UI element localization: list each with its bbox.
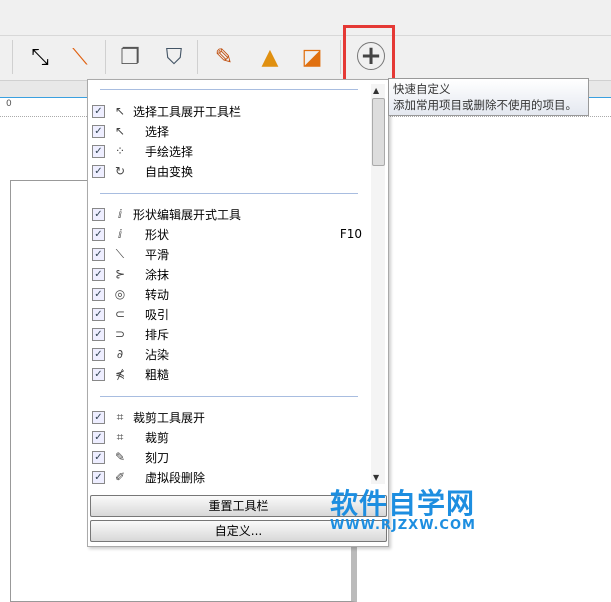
attract-icon: ⊂	[114, 307, 126, 321]
dimension-icon[interactable]: ⤡	[22, 40, 58, 76]
menu-item-label: 沾染	[145, 347, 170, 362]
scroll-down-icon[interactable]: ▼	[373, 473, 379, 482]
checkbox[interactable]: ✓	[92, 367, 105, 381]
checkbox[interactable]: ✓	[92, 104, 105, 118]
menu-item-label: 粗糙	[145, 367, 170, 382]
toolbar-separator	[197, 40, 198, 74]
menu-item[interactable]: ✓ ↖ 选择工具展开工具栏	[88, 101, 370, 121]
checkbox[interactable]: ✓	[92, 470, 105, 484]
menu-item[interactable]: ✓ ⁘ 手绘选择	[88, 141, 370, 161]
highlight-box	[343, 25, 395, 83]
roughen-icon: ⋠	[114, 367, 126, 381]
menu-item-label: 涂抹	[145, 267, 170, 282]
menu-item[interactable]: ✓ ✎ 刻刀	[88, 447, 370, 467]
shape-icon: ⅈ	[117, 227, 123, 241]
transparency-icon[interactable]: ⛉	[156, 40, 192, 76]
checkbox[interactable]: ✓	[92, 247, 105, 261]
menu-item-label: 裁剪工具展开	[133, 410, 206, 425]
menu-item-label: 排斥	[145, 327, 170, 342]
pointer-icon: ↖	[114, 104, 126, 118]
menu-item-label: 平滑	[145, 247, 170, 262]
checkbox[interactable]: ✓	[92, 267, 105, 281]
menu-item[interactable]: ✓ ⅈ 形状编辑展开式工具	[88, 204, 370, 224]
menu-item-label: 转动	[145, 287, 170, 302]
menu-item[interactable]: ✓ ⌗ 裁剪	[88, 427, 370, 447]
menu-item-label: 自由变换	[145, 164, 194, 179]
checkbox[interactable]: ✓	[92, 124, 105, 138]
quick-customize-menu: ✓ ↖ 选择工具展开工具栏 ✓ ↖ 选择 ✓ ⁘ 手绘选择 ✓ ↻ 自由变换 ✓…	[87, 79, 389, 547]
eyedropper-icon[interactable]: ✎	[206, 40, 242, 76]
checkbox[interactable]: ✓	[92, 287, 105, 301]
checkbox[interactable]: ✓	[92, 327, 105, 341]
tooltip-description: 添加常用项目或删除不使用的项目。	[393, 98, 577, 112]
menu-item[interactable]: ✓ ↖ 选择	[88, 121, 370, 141]
menu-item-label: 吸引	[145, 307, 170, 322]
toolbar-separator	[12, 40, 13, 74]
pointer-icon: ↖	[114, 124, 126, 138]
checkbox[interactable]: ✓	[92, 430, 105, 444]
checkbox[interactable]: ✓	[92, 227, 105, 241]
menu-item-label: 形状编辑展开式工具	[133, 207, 242, 222]
knife-icon: ✎	[114, 450, 126, 464]
twirl-icon: ◎	[114, 287, 126, 301]
checkbox[interactable]: ✓	[92, 164, 105, 178]
tool-list: ✓ ↖ 选择工具展开工具栏 ✓ ↖ 选择 ✓ ⁘ 手绘选择 ✓ ↻ 自由变换 ✓…	[88, 80, 370, 486]
menu-item[interactable]: ✓ ◎ 转动	[88, 284, 370, 304]
repel-icon: ⊃	[114, 327, 126, 341]
shape-icon: ⅈ	[117, 207, 123, 221]
toolbar-separator	[105, 40, 106, 74]
scroll-up-icon[interactable]: ▲	[373, 86, 379, 95]
watermark: 软件自学网 WWW.RJZXW.COM	[330, 482, 476, 533]
fill-icon[interactable]: ▲	[252, 40, 288, 76]
tooltip: 快速自定义 添加常用项目或删除不使用的项目。	[388, 78, 589, 116]
crop-icon: ⌗	[116, 409, 124, 424]
checkbox[interactable]: ✓	[92, 207, 105, 221]
smart-fill-icon[interactable]: ◪	[294, 40, 330, 76]
menu-item[interactable]: ✓ ✐ 虚拟段删除	[88, 467, 370, 486]
smear-icon: ⊱	[114, 267, 126, 281]
ruler-zero-label: 0	[6, 99, 12, 109]
smudge-icon: ∂	[116, 347, 124, 361]
checkbox[interactable]: ✓	[92, 144, 105, 158]
menu-item-label: 虚拟段删除	[145, 470, 206, 485]
freehand-select-icon: ⁘	[114, 144, 126, 158]
menu-item[interactable]: ✓ ⊃ 排斥	[88, 324, 370, 344]
menu-item-label: 选择	[145, 124, 170, 139]
menu-item[interactable]: ✓ ⊱ 涂抹	[88, 264, 370, 284]
checkbox[interactable]: ✓	[92, 307, 105, 321]
menu-item[interactable]: ✓ ⊂ 吸引	[88, 304, 370, 324]
menu-item-label: 形状	[145, 227, 170, 242]
title-area	[0, 0, 611, 36]
shortcut-key: F10	[339, 227, 362, 241]
tooltip-title: 快速自定义	[393, 82, 451, 96]
connector-icon[interactable]: ⟍	[62, 40, 98, 76]
free-transform-icon: ↻	[114, 164, 126, 178]
menu-item[interactable]: ✓ ↻ 自由变换	[88, 161, 370, 181]
scroll-thumb[interactable]	[372, 98, 385, 166]
virtual-segment-delete-icon: ✐	[114, 470, 126, 484]
toolbar-separator	[340, 40, 341, 74]
menu-item-label: 裁剪	[145, 430, 170, 445]
menu-item-label: 刻刀	[145, 450, 170, 465]
menu-item-label: 选择工具展开工具栏	[133, 104, 242, 119]
toolbox: ⤡ ⟍ ❐ ⛉ ✎ ▲ ◪	[0, 36, 611, 81]
menu-item[interactable]: ✓ ⟍ 平滑	[88, 244, 370, 264]
checkbox[interactable]: ✓	[92, 450, 105, 464]
menu-item-label: 手绘选择	[145, 144, 194, 159]
crop-icon: ⌗	[116, 429, 124, 444]
smooth-icon: ⟍	[115, 246, 125, 261]
checkbox[interactable]: ✓	[92, 410, 105, 424]
menu-item[interactable]: ✓ ⅈ 形状 F10	[88, 224, 370, 244]
menu-item[interactable]: ✓ ∂ 沾染	[88, 344, 370, 364]
watermark-url: WWW.RJZXW.COM	[330, 518, 476, 533]
menu-item[interactable]: ✓ ⋠ 粗糙	[88, 364, 370, 384]
checkbox[interactable]: ✓	[92, 347, 105, 361]
watermark-title: 软件自学网	[330, 487, 476, 520]
drop-shadow-icon[interactable]: ❐	[112, 40, 148, 76]
menu-item[interactable]: ✓ ⌗ 裁剪工具展开	[88, 407, 370, 427]
scrollbar[interactable]: ▲ ▼	[371, 84, 385, 484]
